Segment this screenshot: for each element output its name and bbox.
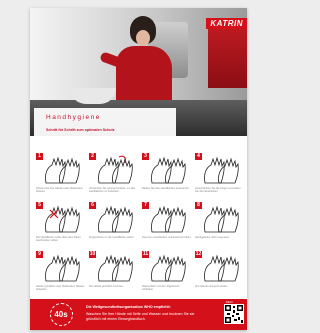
poster-subtitle: Schritt für Schritt zum optimalen Schutz	[46, 128, 115, 132]
step-caption: Daumen umschließen und kreisend reiben.	[142, 236, 192, 239]
step-caption: Ihre Hände sind jetzt sauber.	[195, 285, 229, 288]
who-line: Die Weltgesundheitsorganisation WHO empf…	[86, 305, 171, 309]
step-number: 5	[36, 202, 43, 209]
step-12: 12 Ihre Hände sind jetzt sauber.	[195, 251, 245, 297]
title-box: Handhygiene Schritt für Schritt zum opti…	[34, 108, 176, 142]
step-caption: Die Hände gründlich trocknen.	[89, 285, 124, 288]
step-caption: Verschränken Sie die Finger und reiben S…	[195, 187, 241, 194]
hand-wash-step-icon	[151, 205, 186, 233]
step-number: 4	[195, 153, 202, 160]
step-caption: Wasserhahn mit dem Papiertuch schließen.	[142, 285, 180, 292]
step-caption: Wasser Sie Ihre Hände unter fließendem W…	[36, 187, 83, 194]
hand-wash-step-icon	[45, 254, 80, 282]
hand-wash-step-icon	[98, 205, 133, 233]
poster-title: Handhygiene	[46, 114, 101, 121]
step-1: 1 Wasser Sie Ihre Hände unter fließendem …	[36, 153, 86, 199]
hand-wash-step-icon	[151, 156, 186, 184]
step-3: 3 Reiben Sie Ihre Handflächen aneinander.	[142, 153, 192, 199]
step-number: 8	[195, 202, 202, 209]
step-caption: Fingerspitzen in der Handfläche reiben.	[89, 236, 135, 239]
step-caption: Hände gründlich unter fließendem Wasser …	[36, 285, 85, 292]
step-caption: Verwenden Sie genügend Seife, um alle Ha…	[89, 187, 136, 194]
hand-wash-step-icon	[204, 156, 239, 184]
hand-wash-step-icon	[98, 254, 133, 282]
timer-icon: 40s	[50, 303, 73, 326]
who-instruction: Waschen Sie Ihre Hände mit Seife und Was…	[86, 312, 195, 321]
hand-wash-step-icon	[45, 205, 80, 233]
timer-label: 40s	[54, 310, 68, 319]
step-6: 6 Fingerspitzen in der Handfläche reiben.	[89, 202, 139, 248]
footer-banner: 40s Die Weltgesundheitsorganisation WHO …	[30, 299, 247, 330]
hand-hygiene-poster: KATRIN Handhygiene Schritt für Schritt z…	[30, 8, 247, 330]
step-number: 10	[89, 251, 96, 258]
step-11: 11 Wasserhahn mit dem Papiertuch schließe…	[142, 251, 192, 297]
step-number: 1	[36, 153, 43, 160]
qr-code-icon[interactable]	[224, 304, 244, 324]
step-caption: Reiben Sie Ihre Handflächen aneinander.	[142, 187, 190, 190]
step-5: 5 Die Handfläche rechts über dem linken H…	[36, 202, 86, 248]
step-number: 6	[89, 202, 96, 209]
step-caption: Die Handfläche rechts über dem linken Ha…	[36, 236, 81, 243]
brand-logo: KATRIN	[206, 18, 247, 29]
step-10: 10 Die Hände gründlich trocknen.	[89, 251, 139, 297]
step-number: 2	[89, 153, 96, 160]
hand-wash-step-icon	[204, 254, 239, 282]
step-number: 12	[195, 251, 202, 258]
step-8: 8 Handgelenke nicht vergessen.	[195, 202, 245, 248]
hand-wash-step-icon	[45, 156, 80, 184]
step-7: 7 Daumen umschließen und kreisend reiben.	[142, 202, 192, 248]
hand-wash-step-icon	[98, 155, 133, 184]
step-number: 3	[142, 153, 149, 160]
step-number: 9	[36, 251, 43, 258]
step-caption: Handgelenke nicht vergessen.	[195, 236, 230, 239]
step-9: 9 Hände gründlich unter fließendem Wasser…	[36, 251, 86, 297]
hand-wash-step-icon	[151, 254, 186, 282]
step-2: 2 Verwenden Sie genügend Seife, um alle H…	[89, 153, 139, 199]
hand-wash-step-icon	[204, 205, 239, 233]
step-number: 11	[142, 251, 149, 258]
step-number: 7	[142, 202, 149, 209]
step-4: 4 Verschränken Sie die Finger und reiben …	[195, 153, 245, 199]
